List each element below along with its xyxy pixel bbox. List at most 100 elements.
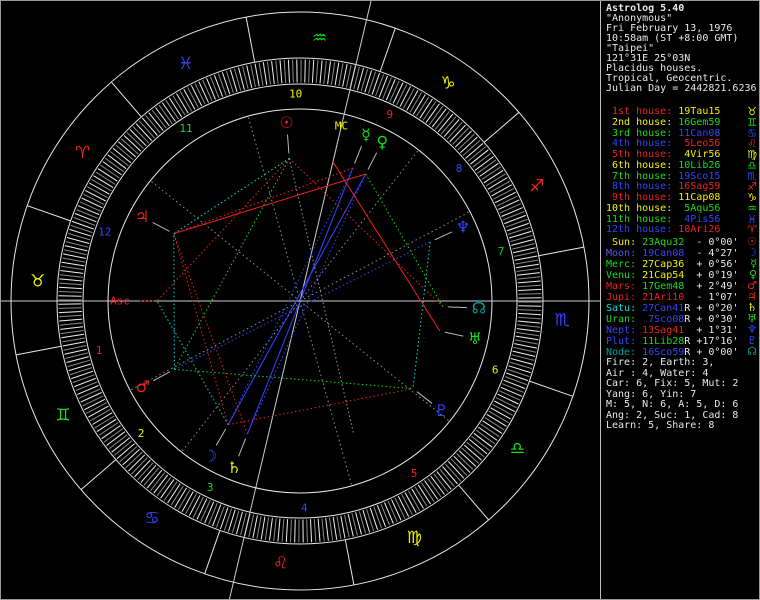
planet-name: Jupi: bbox=[606, 292, 643, 303]
cancer-sign-icon: ♋ bbox=[144, 508, 159, 528]
info-sidebar: Astrolog 5.40 "Anonymous" Fri February 13,… bbox=[603, 1, 759, 599]
stats-line: Fire: 2, Earth: 3, bbox=[606, 357, 715, 368]
aquarius-sign-icon: ♒ bbox=[312, 29, 327, 49]
planet-velocity: + 0°30' bbox=[690, 314, 739, 325]
planet-row: Jupi: 21Ari10 - 1°07' ♃ bbox=[606, 291, 758, 303]
planet-velocity: + 0°20' bbox=[690, 303, 739, 314]
planet-name: Uran: bbox=[606, 314, 643, 325]
house-row: 12th house: 10Ari26 ♈ bbox=[606, 223, 758, 237]
planet-name: Sun: bbox=[606, 237, 643, 248]
planet-name: Nept: bbox=[606, 325, 643, 336]
house-cusp-value: 19Tau15 bbox=[678, 106, 721, 117]
sagittarius-sign-icon: ♐ bbox=[529, 177, 544, 197]
house-label: 8th house: bbox=[606, 181, 679, 193]
planet-position: 21Cap54 bbox=[642, 270, 685, 281]
jupiter-planet-icon: ♃ bbox=[135, 207, 149, 226]
planet-row: Venu: 21Cap54 + 0°19' ♀ bbox=[606, 269, 758, 281]
planet-row: Plut: 11Lib28R +17°16' ♇ bbox=[606, 335, 758, 347]
house-number-11: 11 bbox=[179, 122, 192, 135]
planet-row: Uran: 7Sco08R + 0°30' ♅ bbox=[606, 313, 758, 325]
house-cusp-value: 16Gem59 bbox=[678, 116, 721, 128]
house-cusp-value: 10Ari26 bbox=[678, 224, 721, 236]
stats-line: M: 5, N: 6, A: 5, D: 6 bbox=[606, 399, 739, 410]
scorpio-sign-icon: ♏ bbox=[555, 311, 570, 331]
planet-row: Sun: 23Aqu32 - 0°00' ☉ bbox=[606, 236, 758, 248]
leo-sign-icon: ♌ bbox=[273, 553, 288, 573]
planet-row: Moon: 19Can08 - 4°27' ☽ bbox=[606, 247, 758, 259]
planet-position: 7Sco08 bbox=[642, 314, 685, 325]
house-label: 12th house: bbox=[606, 224, 679, 236]
house-cusp-value: 11Can08 bbox=[678, 127, 721, 139]
house-label: 4th house: bbox=[606, 138, 679, 150]
house-label: 7th house: bbox=[606, 170, 679, 182]
mercury-planet-icon: ☿ bbox=[361, 125, 371, 144]
neptune-planet-icon: ♆ bbox=[456, 218, 470, 237]
planet-velocity: - 0°00' bbox=[690, 237, 739, 248]
house-cusp-value: 5Aqu56 bbox=[678, 202, 721, 214]
house-cusp-value: 19Sco15 bbox=[678, 170, 721, 182]
house-number-9: 9 bbox=[386, 108, 393, 121]
planet-position: 17Gem48 bbox=[642, 281, 685, 292]
planet-position: 19Can08 bbox=[642, 248, 685, 259]
house-label: 3rd house: bbox=[606, 127, 679, 139]
house-number-1: 1 bbox=[96, 344, 103, 357]
house-number-8: 8 bbox=[456, 162, 463, 175]
house-cusp-value: 4Pis56 bbox=[678, 213, 721, 225]
house-cusp-list: 1st house: 19Tau15 ♉ 2nd house: 16Gem59 ♊ … bbox=[606, 106, 758, 237]
planet-position: 21Ari10 bbox=[642, 292, 685, 303]
planet-name: Moon: bbox=[606, 248, 643, 259]
aspect-lines bbox=[156, 157, 444, 435]
virgo-sign-icon: ♍ bbox=[407, 528, 422, 548]
uranus-planet-icon: ♅ bbox=[468, 329, 482, 348]
chart-wheel-area: 1 2 3 4 5 6 7 8 9 10 11 12 ♈ ♉ ♊ ♋ ♌ ♍ ♎ ♏ ♐ ♑ ♒ ♓ ☉ ☽ ☿ ♀ ♂ ♃ ♄ ♅ ♆ ♇ ☊ As… bbox=[1, 1, 601, 599]
mc-label: MC bbox=[335, 119, 348, 132]
planet-row: Mars: 17Gem48 + 2°49' ♂ bbox=[606, 280, 758, 292]
pluto-planet-icon: ♇ bbox=[434, 401, 448, 420]
saturn-planet-icon: ♄ bbox=[227, 458, 241, 477]
mars-planet-icon: ♂ bbox=[136, 377, 150, 396]
house-number-12: 12 bbox=[98, 226, 111, 239]
house-cusp-value: 4Vir56 bbox=[678, 149, 721, 160]
planet-name: Satu: bbox=[606, 303, 643, 314]
planet-velocity: - 4°27' bbox=[690, 248, 739, 259]
house-number-10: 10 bbox=[289, 88, 302, 101]
header-line: Julian Day = 2442821.6236 bbox=[606, 83, 757, 94]
stats-line: Learn: 5, Share: 8 bbox=[606, 420, 715, 431]
planet-row: Merc: 27Cap36 + 0°56' ☿ bbox=[606, 258, 758, 270]
house-cusp-value: 5Leo56 bbox=[678, 138, 721, 150]
planet-row: Satu: 27Can41R + 0°20' ♄ bbox=[606, 302, 758, 314]
planet-position: 11Lib28 bbox=[642, 336, 685, 347]
pisces-sign-icon: ♓ bbox=[178, 54, 193, 74]
planet-name: Mars: bbox=[606, 281, 643, 292]
planet-name: Venu: bbox=[606, 270, 643, 281]
planet-velocity: + 1°31' bbox=[690, 325, 739, 336]
chart-header: Astrolog 5.40 "Anonymous" Fri February 13,… bbox=[606, 4, 757, 94]
planet-velocity: - 1°07' bbox=[690, 292, 739, 303]
house-label: 9th house: bbox=[606, 192, 679, 203]
libra-sign-icon: ♎ bbox=[510, 439, 525, 459]
gemini-sign-icon: ♊ bbox=[55, 405, 70, 425]
sun-planet-icon: ☉ bbox=[279, 113, 293, 132]
planet-position: 23Aqu32 bbox=[642, 237, 685, 248]
house-number-4: 4 bbox=[301, 502, 308, 515]
element-stats: Fire: 2, Earth: 3, Air : 4, Water: 4 Car: … bbox=[606, 357, 739, 432]
house-label: 11th house: bbox=[606, 213, 679, 225]
moon-planet-icon: ☽ bbox=[203, 446, 217, 465]
asc-label: Asc bbox=[110, 295, 130, 308]
aries-sign-icon: ♈ bbox=[747, 223, 757, 237]
planet-name: Plut: bbox=[606, 336, 643, 347]
house-cusp-value: 10Lib26 bbox=[678, 159, 721, 171]
house-number-7: 7 bbox=[498, 245, 505, 258]
house-label: 1st house: bbox=[606, 106, 679, 117]
house-cusp-value: 16Sag59 bbox=[678, 181, 721, 193]
planet-position-list: Sun: 23Aqu32 - 0°00' ☉ Moon: 19Can08 - 4°2… bbox=[606, 236, 758, 358]
house-label: 5th house: bbox=[606, 149, 679, 160]
taurus-sign-icon: ♉ bbox=[30, 272, 45, 292]
planet-velocity: + 0°19' bbox=[690, 270, 739, 281]
venus-planet-icon: ♀ bbox=[376, 133, 388, 152]
house-label: 10th house: bbox=[606, 202, 679, 214]
house-number-2: 2 bbox=[138, 427, 145, 440]
planet-position: 27Cap36 bbox=[642, 259, 685, 270]
planet-row: Nept: 13Sag41 + 1°31' ♆ bbox=[606, 324, 758, 336]
planet-position: 27Can41 bbox=[642, 303, 685, 314]
